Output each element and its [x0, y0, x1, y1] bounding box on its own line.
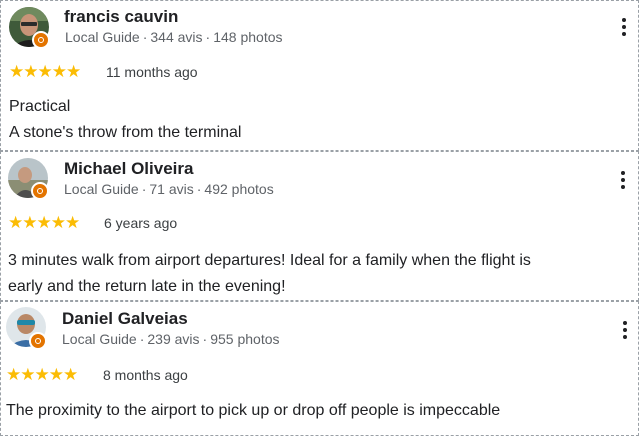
author-name[interactable]: Michael Oliveira — [64, 159, 193, 179]
more-vert-icon[interactable] — [619, 16, 629, 38]
review-text-line: 3 minutes walk from airport departures! … — [8, 252, 531, 269]
local-guide-label: Local Guide — [64, 181, 139, 197]
reviews-count: 239 avis — [147, 331, 200, 347]
author-meta: Local Guide · 71 avis · 492 photos — [64, 181, 274, 197]
reviews-count: 344 avis — [150, 29, 203, 45]
star-rating: ★★★★★ — [6, 365, 78, 384]
review-time: 6 years ago — [104, 215, 178, 231]
more-vert-icon[interactable] — [618, 169, 628, 191]
local-guide-badge-icon — [32, 31, 50, 49]
photos-count: 492 photos — [204, 181, 274, 197]
author-meta: Local Guide · 344 avis · 148 photos — [65, 29, 283, 45]
photos-count: 148 photos — [213, 29, 283, 45]
review-card: Daniel Galveias Local Guide · 239 avis · 955… — [0, 301, 639, 436]
more-vert-icon[interactable] — [620, 319, 630, 341]
review-text-line: A stone's throw from the terminal — [9, 124, 242, 141]
author-meta: Local Guide · 239 avis · 955 photos — [62, 331, 280, 347]
photos-count: 955 photos — [210, 331, 280, 347]
local-guide-label: Local Guide — [62, 331, 137, 347]
review-time: 8 months ago — [103, 367, 188, 383]
review-text-line: early and the return late in the evening… — [8, 278, 286, 295]
review-time: 11 months ago — [106, 64, 198, 80]
review-text-line: The proximity to the airport to pick up … — [6, 402, 501, 419]
review-text: Practical A stone's throw from the termi… — [9, 94, 241, 146]
review-text: 3 minutes walk from airport departures! … — [8, 248, 531, 300]
review-text: The proximity to the airport to pick up … — [6, 398, 500, 424]
star-rating: ★★★★★ — [9, 62, 81, 81]
local-guide-label: Local Guide — [65, 29, 140, 45]
author-name[interactable]: Daniel Galveias — [62, 309, 188, 329]
author-name[interactable]: francis cauvin — [64, 7, 178, 27]
reviews-count: 71 avis — [149, 181, 194, 197]
local-guide-badge-icon — [29, 332, 47, 350]
local-guide-badge-icon — [31, 182, 49, 200]
review-card: francis cauvin Local Guide · 344 avis · 148 … — [0, 0, 639, 151]
review-text-line: Practical — [9, 98, 71, 115]
star-rating: ★★★★★ — [8, 213, 80, 232]
review-card: Michael Oliveira Local Guide · 71 avis · 492… — [0, 151, 639, 301]
